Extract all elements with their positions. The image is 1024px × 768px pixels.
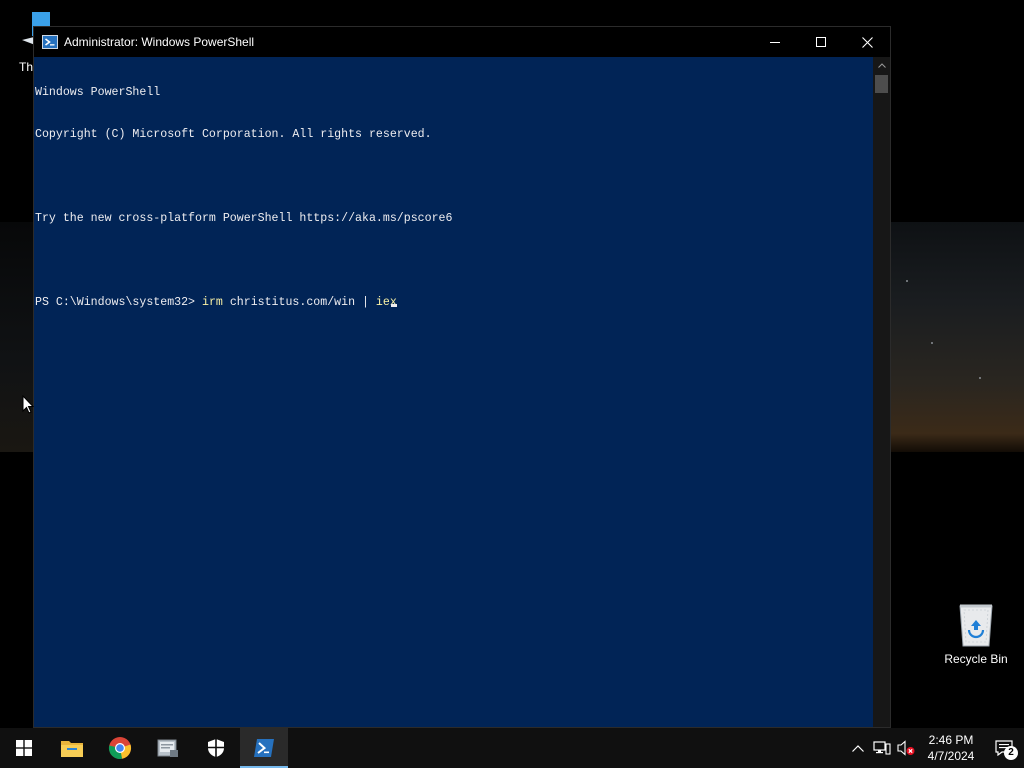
powershell-icon <box>42 35 58 49</box>
minimize-button[interactable] <box>752 27 798 57</box>
notification-count-badge: 2 <box>1004 746 1018 760</box>
minimize-icon <box>770 42 780 43</box>
chevron-up-icon <box>877 63 886 68</box>
network-button[interactable] <box>870 728 894 768</box>
command-args: christitus.com/win | <box>222 296 376 309</box>
system-tray: 2:46 PM 4/7/2024 2 <box>846 728 1024 768</box>
start-button[interactable] <box>0 728 48 768</box>
clock-time: 2:46 PM <box>928 733 974 747</box>
taskbar-powershell[interactable] <box>240 728 288 768</box>
console-line: Try the new cross-platform PowerShell ht… <box>35 212 453 225</box>
close-icon <box>861 36 873 48</box>
taskbar-windows-security[interactable] <box>192 728 240 768</box>
title-bar[interactable]: Administrator: Windows PowerShell <box>34 27 890 57</box>
close-button[interactable] <box>844 27 890 57</box>
console-line: Copyright (C) Microsoft Corporation. All… <box>35 128 432 141</box>
mouse-pointer-icon <box>22 395 34 414</box>
volume-muted-icon <box>897 740 915 756</box>
file-explorer-icon <box>61 741 83 757</box>
shield-icon <box>208 739 224 757</box>
window-title: Administrator: Windows PowerShell <box>64 35 255 49</box>
network-icon <box>873 741 891 755</box>
this-pc-label: Th <box>19 60 34 74</box>
desktop-icon-recycle-bin[interactable]: Recycle Bin <box>940 600 1012 666</box>
server-manager-icon <box>157 739 178 757</box>
action-center-button[interactable]: 2 <box>984 728 1024 768</box>
show-hidden-icons-button[interactable] <box>846 728 870 768</box>
taskbar-server-manager[interactable] <box>144 728 192 768</box>
wallpaper-right-strip <box>891 222 1024 452</box>
console-line: Windows PowerShell <box>35 86 161 99</box>
scroll-up-button[interactable] <box>873 57 890 74</box>
scroll-thumb[interactable] <box>875 75 888 93</box>
maximize-button[interactable] <box>798 27 844 57</box>
recycle-bin-icon <box>959 604 993 647</box>
clock-date: 4/7/2024 <box>927 749 975 763</box>
powershell-icon <box>254 739 274 757</box>
command-iex: iex <box>375 296 397 309</box>
prompt: PS C:\Windows\system32> <box>35 296 202 309</box>
chevron-up-icon <box>852 744 864 752</box>
maximize-icon <box>816 37 826 47</box>
wallpaper-left-strip <box>0 222 34 452</box>
text-cursor <box>390 304 397 307</box>
vertical-scrollbar[interactable] <box>873 57 890 727</box>
taskbar-chrome[interactable] <box>96 728 144 768</box>
window-controls <box>752 27 890 57</box>
command-irm: irm <box>201 296 223 309</box>
chrome-icon <box>108 737 132 759</box>
volume-button[interactable] <box>894 728 918 768</box>
taskbar-file-explorer[interactable] <box>48 728 96 768</box>
recycle-bin-label: Recycle Bin <box>944 652 1008 666</box>
powershell-window[interactable]: Administrator: Windows PowerShell Window… <box>33 26 891 728</box>
clock[interactable]: 2:46 PM 4/7/2024 <box>918 732 984 764</box>
console-output[interactable]: Windows PowerShell Copyright (C) Microso… <box>34 57 875 727</box>
command-line[interactable]: PS C:\Windows\system32> irm christitus.c… <box>35 296 875 310</box>
windows-logo-icon <box>16 740 32 756</box>
taskbar: 2:46 PM 4/7/2024 2 <box>0 728 1024 768</box>
